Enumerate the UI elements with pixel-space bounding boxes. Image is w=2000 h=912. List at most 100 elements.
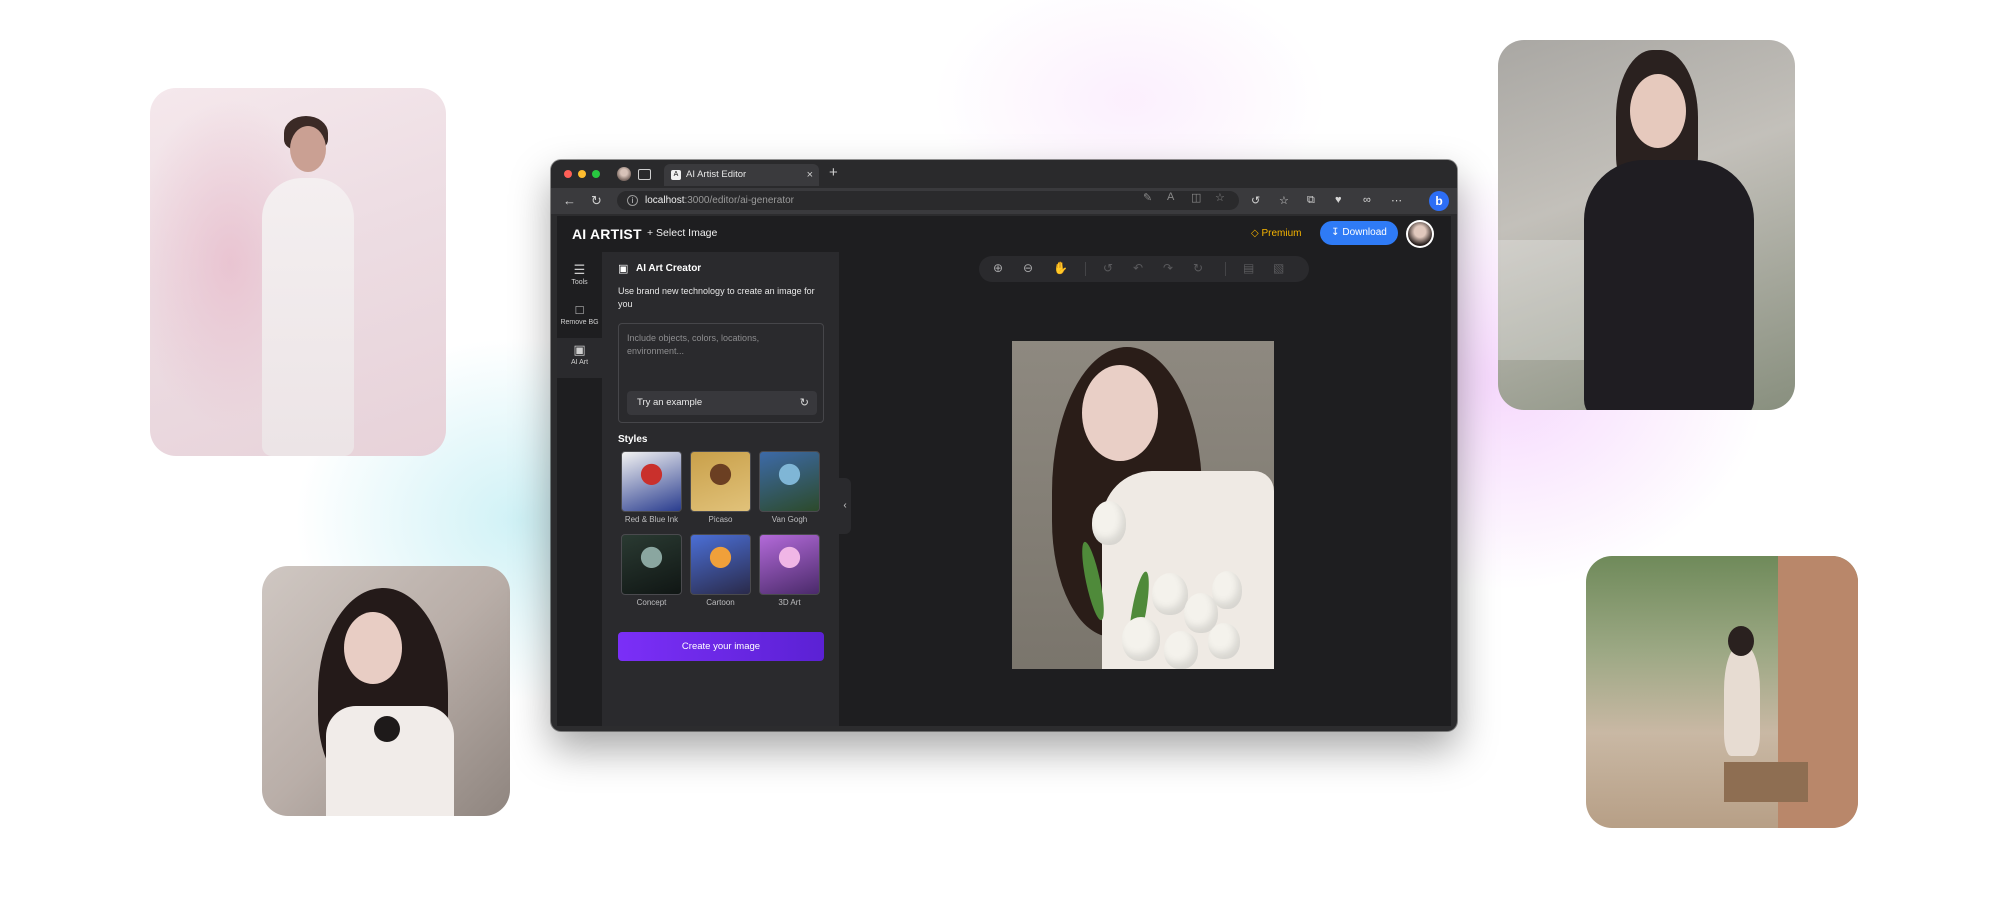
panel-title-text: AI Art Creator bbox=[636, 263, 702, 274]
collections-icon[interactable]: ⧉ bbox=[1307, 194, 1315, 207]
rail-item-label: Remove BG bbox=[560, 319, 599, 326]
canvas-image[interactable] bbox=[1012, 341, 1274, 669]
create-image-button[interactable]: Create your image bbox=[618, 632, 824, 661]
zoom-in-icon[interactable]: ⊕ bbox=[993, 261, 1003, 275]
app-header: AI ARTIST + Select Image ◇ Premium ↧ Dow… bbox=[557, 216, 1451, 252]
download-icon: ↧ bbox=[1331, 227, 1340, 238]
undo-icon[interactable]: ↶ bbox=[1133, 261, 1143, 275]
browser-window: A AI Artist Editor × + ← ↻ i localhost:3… bbox=[551, 160, 1457, 731]
collapse-panel-button[interactable]: ‹ bbox=[839, 478, 851, 534]
browser-profile-icon[interactable] bbox=[617, 167, 631, 181]
edit-pen-icon[interactable]: ✎ bbox=[1143, 191, 1152, 204]
layer-up-icon[interactable]: ▤ bbox=[1243, 261, 1254, 275]
try-example-label: Try an example bbox=[637, 397, 703, 408]
style-thumbnail bbox=[621, 451, 682, 512]
style-thumbnail bbox=[621, 534, 682, 595]
canvas-area: ⊕ ⊖ ✋ ↺ ↶ ↷ ↻ ▤ ▧ bbox=[839, 252, 1451, 726]
crop-icon: □ bbox=[575, 302, 584, 317]
premium-button[interactable]: ◇ Premium bbox=[1251, 228, 1302, 239]
download-label: Download bbox=[1342, 227, 1387, 238]
editor-app: AI ARTIST + Select Image ◇ Premium ↧ Dow… bbox=[557, 216, 1451, 726]
rail-item-tools[interactable]: ☰ Tools bbox=[557, 258, 602, 298]
url-path: :3000/editor/ai-generator bbox=[684, 195, 794, 206]
style-label: Picaso bbox=[708, 515, 733, 524]
rail-item-ai-art[interactable]: ▣ AI Art bbox=[557, 338, 602, 378]
chevron-left-icon: ‹ bbox=[843, 500, 847, 511]
rail-item-remove-bg[interactable]: □ Remove BG bbox=[557, 298, 602, 338]
style-thumbnail bbox=[759, 534, 820, 595]
history-icon[interactable]: ↺ bbox=[1103, 261, 1113, 275]
redo-icon[interactable]: ↷ bbox=[1163, 261, 1173, 275]
try-example-button[interactable]: Try an example ↻ bbox=[627, 391, 817, 415]
tool-rail: ☰ Tools □ Remove BG ▣ AI Art bbox=[557, 252, 602, 726]
favorite-star-icon[interactable]: ☆ bbox=[1215, 191, 1225, 204]
maximize-window-button[interactable] bbox=[592, 170, 600, 178]
hand-pan-icon[interactable]: ✋ bbox=[1053, 261, 1068, 275]
extension-refresh-icon[interactable]: ↺ bbox=[1251, 194, 1260, 207]
toolbar-divider bbox=[1225, 262, 1226, 276]
premium-label: Premium bbox=[1261, 228, 1302, 239]
user-avatar[interactable] bbox=[1406, 220, 1434, 248]
link-icon[interactable]: ∞ bbox=[1363, 194, 1371, 206]
style-label: Red & Blue Ink bbox=[624, 515, 679, 524]
bing-copilot-icon[interactable]: b bbox=[1429, 191, 1449, 211]
tab-favicon-icon: A bbox=[671, 170, 681, 180]
style-card-concept[interactable]: Concept bbox=[621, 534, 682, 607]
style-card-3d-art[interactable]: 3D Art bbox=[759, 534, 820, 607]
tab-ai-artist-editor[interactable]: A AI Artist Editor × bbox=[664, 164, 819, 186]
style-card-van-gogh[interactable]: Van Gogh bbox=[759, 451, 820, 524]
brand-logo: AI ARTIST bbox=[572, 226, 642, 242]
url-host: localhost bbox=[645, 195, 685, 206]
decorative-photo-white-dress bbox=[150, 88, 446, 456]
reload-icon[interactable]: ↻ bbox=[591, 193, 602, 209]
style-label: 3D Art bbox=[778, 598, 801, 607]
more-menu-icon[interactable]: ⋯ bbox=[1391, 194, 1402, 207]
style-thumbnail bbox=[690, 451, 751, 512]
tab-close-icon[interactable]: × bbox=[807, 164, 813, 186]
address-bar: ← ↻ i localhost:3000/editor/ai-generator… bbox=[551, 188, 1457, 214]
zoom-out-icon[interactable]: ⊖ bbox=[1023, 261, 1033, 275]
style-label: Concept bbox=[636, 598, 667, 607]
tab-actions-icon[interactable] bbox=[638, 169, 651, 180]
site-info-icon[interactable]: i bbox=[627, 195, 638, 206]
rail-item-label: AI Art bbox=[570, 359, 589, 366]
select-image-button[interactable]: + Select Image bbox=[647, 227, 717, 239]
style-card-cartoon[interactable]: Cartoon bbox=[690, 534, 751, 607]
minimize-window-button[interactable] bbox=[578, 170, 586, 178]
style-label: Van Gogh bbox=[771, 515, 808, 524]
panel-title: ▣ AI Art Creator bbox=[618, 263, 702, 275]
tab-title: AI Artist Editor bbox=[686, 169, 747, 180]
favorites-bar-icon[interactable]: ☆ bbox=[1279, 194, 1289, 207]
ai-art-panel: ▣ AI Art Creator Use brand new technolog… bbox=[602, 252, 839, 726]
title-bar: A AI Artist Editor × + bbox=[551, 160, 1457, 188]
download-button[interactable]: ↧ Download bbox=[1320, 221, 1398, 245]
back-arrow-icon[interactable]: ← bbox=[563, 193, 576, 208]
close-window-button[interactable] bbox=[564, 170, 572, 178]
style-thumbnail bbox=[759, 451, 820, 512]
decorative-photo-street-seated bbox=[1586, 556, 1858, 828]
style-thumbnail bbox=[690, 534, 751, 595]
reader-view-icon[interactable]: ◫ bbox=[1191, 191, 1201, 204]
layer-down-icon[interactable]: ▧ bbox=[1273, 261, 1284, 275]
style-card-picaso[interactable]: Picaso bbox=[690, 451, 751, 524]
style-card-red-blue-ink[interactable]: Red & Blue Ink bbox=[621, 451, 682, 524]
new-tab-button[interactable]: + bbox=[829, 164, 838, 181]
styles-heading: Styles bbox=[618, 434, 648, 445]
decorative-photo-portrait-bow bbox=[262, 566, 510, 816]
prompt-placeholder: Include objects, colors, locations, envi… bbox=[627, 333, 760, 356]
diamond-icon: ◇ bbox=[1251, 228, 1259, 239]
image-icon: ▣ bbox=[618, 263, 629, 275]
heart-extension-icon[interactable]: ♥ bbox=[1335, 194, 1342, 206]
reset-icon[interactable]: ↻ bbox=[1193, 261, 1203, 275]
prompt-input[interactable]: Include objects, colors, locations, envi… bbox=[618, 323, 824, 423]
toolbar-divider bbox=[1085, 262, 1086, 276]
shuffle-refresh-icon: ↻ bbox=[799, 397, 809, 409]
image-icon: ▣ bbox=[573, 342, 586, 357]
decorative-photo-black-outfit bbox=[1498, 40, 1795, 410]
rail-item-label: Tools bbox=[571, 279, 588, 286]
read-aloud-icon[interactable]: A bbox=[1167, 191, 1174, 203]
style-label: Cartoon bbox=[706, 598, 735, 607]
canvas-toolbar: ⊕ ⊖ ✋ ↺ ↶ ↷ ↻ ▤ ▧ bbox=[979, 256, 1309, 282]
sliders-icon: ☰ bbox=[573, 262, 586, 277]
panel-description: Use brand new technology to create an im… bbox=[618, 286, 815, 309]
